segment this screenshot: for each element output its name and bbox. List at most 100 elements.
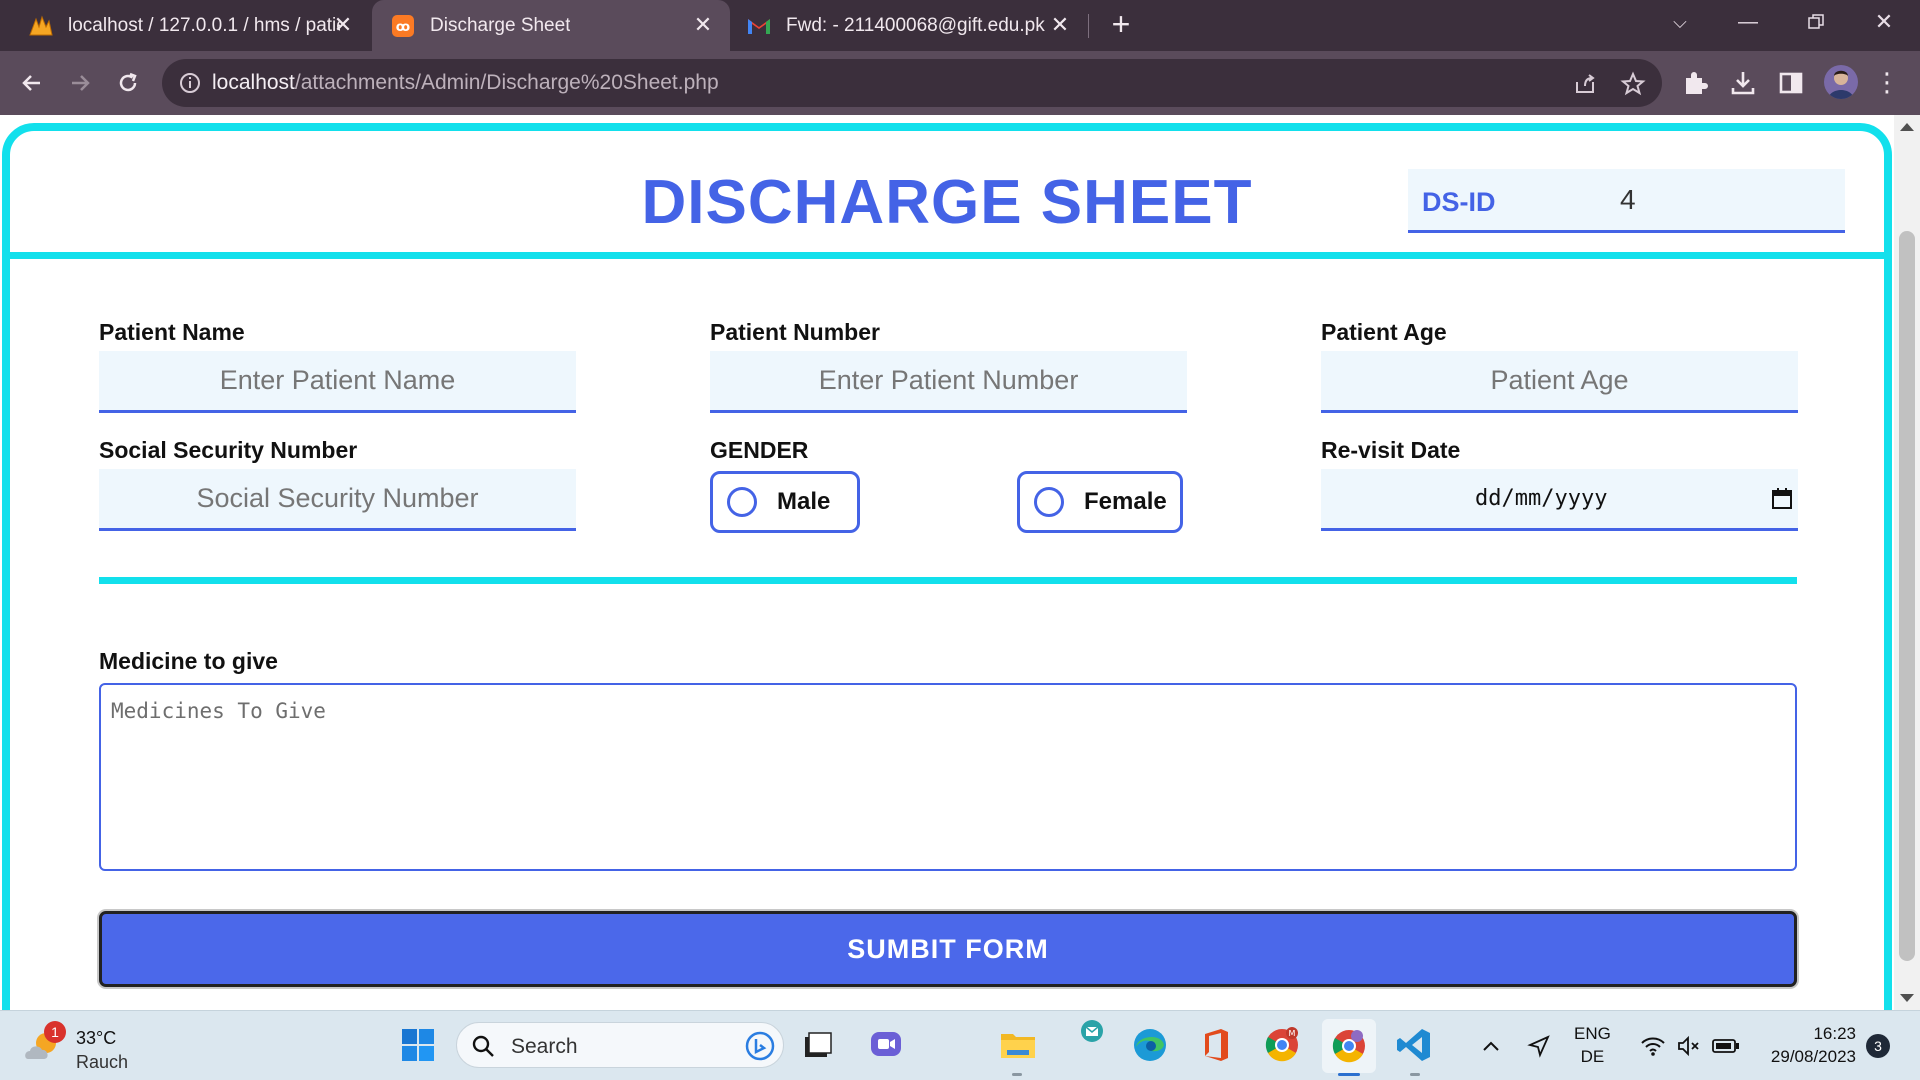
task-view-icon <box>805 1032 832 1057</box>
search-icon <box>472 1035 494 1057</box>
restore-icon <box>1808 14 1824 29</box>
gender-label: GENDER <box>710 437 809 463</box>
teams-chat-button[interactable] <box>864 1023 908 1067</box>
url-text: localhost/attachments/Admin/Discharge%20… <box>212 71 719 94</box>
profile-avatar[interactable] <box>1824 65 1858 99</box>
extensions-puzzle-icon[interactable] <box>1680 68 1710 98</box>
running-indicator <box>1012 1073 1022 1076</box>
ds-id-label: DS-ID <box>1422 187 1496 217</box>
weather-condition: Rauch <box>76 1052 129 1072</box>
download-icon[interactable] <box>1728 68 1758 98</box>
office-icon <box>1205 1029 1228 1061</box>
phpmyadmin-icon <box>28 13 54 39</box>
site-info-icon[interactable] <box>178 71 202 95</box>
tab-title: Fwd: - 211400068@gift.edu.pk - <box>786 14 1046 36</box>
submit-form-button[interactable]: SUMBIT FORM <box>99 911 1797 987</box>
svg-text:M: M <box>1289 1029 1296 1038</box>
share-icon[interactable] <box>1572 71 1598 97</box>
revisit-date-label: Re-visit Date <box>1321 437 1461 463</box>
tab-search-chevron-icon[interactable]: ⌵ <box>1652 0 1708 44</box>
browser-tab-strip: localhost / 127.0.0.1 / hms / patie ✕ ꝏ … <box>0 0 1920 51</box>
tab-phpmyadmin[interactable]: localhost / 127.0.0.1 / hms / patie ✕ <box>0 0 370 51</box>
patient-name-label: Patient Name <box>99 319 245 345</box>
restore-button[interactable] <box>1788 0 1844 44</box>
office-button[interactable] <box>1194 1023 1238 1067</box>
windows-taskbar: 1 33°C Rauch Search M ENG DE 16:23 29/08… <box>0 1010 1920 1080</box>
gmail-icon <box>746 13 772 39</box>
close-icon[interactable]: ✕ <box>690 12 716 38</box>
close-icon[interactable]: ✕ <box>1047 12 1073 38</box>
patient-number-label: Patient Number <box>710 319 880 345</box>
radio-circle-icon[interactable] <box>1034 487 1064 517</box>
calendar-icon[interactable] <box>1772 487 1792 509</box>
weather-alert-badge: 1 <box>44 1021 66 1043</box>
language-code: ENG <box>1574 1024 1611 1043</box>
edge-icon <box>1134 1029 1166 1061</box>
patient-number-input[interactable] <box>710 351 1187 413</box>
patient-name-input[interactable] <box>99 351 576 413</box>
file-explorer-button[interactable] <box>996 1023 1040 1067</box>
tab-title: Discharge Sheet <box>430 14 571 36</box>
page-scrollbar[interactable] <box>1894 115 1920 1010</box>
back-arrow-icon <box>22 75 40 91</box>
notification-badge[interactable]: 3 <box>1866 1034 1890 1058</box>
volume-muted-icon[interactable] <box>1672 1011 1706 1080</box>
input-language-indicator[interactable]: ENG DE <box>1574 1022 1611 1068</box>
tab-title: localhost / 127.0.0.1 / hms / patie <box>68 14 340 36</box>
minimize-button[interactable]: — <box>1720 0 1776 44</box>
form-header: DISCHARGE SHEET DS-ID 4 <box>10 131 1884 259</box>
section-divider <box>99 577 1797 584</box>
side-panel-icon[interactable] <box>1776 68 1806 98</box>
system-clock[interactable]: 16:23 29/08/2023 <box>1760 1022 1856 1068</box>
chrome-profile-button[interactable]: M <box>1260 1023 1304 1067</box>
tab-gmail[interactable]: Fwd: - 211400068@gift.edu.pk - ✕ <box>732 0 1087 51</box>
window-close-button[interactable]: ✕ <box>1856 0 1912 44</box>
ssn-input[interactable] <box>99 469 576 531</box>
edge-browser-button[interactable] <box>1128 1023 1172 1067</box>
taskbar-search[interactable]: Search <box>456 1022 784 1068</box>
vscode-icon <box>1397 1029 1430 1061</box>
revisit-date-input[interactable]: dd/mm/yyyy <box>1321 469 1798 531</box>
scroll-up-icon[interactable] <box>1900 123 1914 131</box>
forward-button[interactable] <box>62 65 98 101</box>
mail-button[interactable] <box>1076 1015 1108 1047</box>
ssn-label: Social Security Number <box>99 437 358 463</box>
browser-toolbar: localhost/attachments/Admin/Discharge%20… <box>0 51 1920 115</box>
show-hidden-icons-chevron-icon[interactable] <box>1476 1011 1506 1080</box>
tab-discharge-sheet[interactable]: ꝏ Discharge Sheet ✕ <box>372 0 730 51</box>
active-indicator <box>1338 1073 1360 1076</box>
patient-age-input[interactable] <box>1321 351 1798 413</box>
scroll-down-icon[interactable] <box>1900 994 1914 1002</box>
gender-female-label: Female <box>1084 488 1167 515</box>
medicine-label: Medicine to give <box>99 648 278 674</box>
avatar-icon <box>1828 70 1854 99</box>
bookmark-star-icon[interactable] <box>1620 71 1646 97</box>
kebab-menu-icon[interactable]: ⋮ <box>1872 67 1902 97</box>
radio-circle-icon[interactable] <box>727 487 757 517</box>
tab-separator <box>1088 14 1089 38</box>
reload-button[interactable] <box>110 65 146 101</box>
back-button[interactable] <box>14 65 50 101</box>
windows-start-button[interactable] <box>396 1023 440 1067</box>
gender-female-option[interactable]: Female <box>1017 471 1183 533</box>
scrollbar-thumb[interactable] <box>1899 231 1915 961</box>
location-arrow-icon[interactable] <box>1522 1011 1556 1080</box>
search-label: Search <box>511 1035 578 1058</box>
ds-id-field: DS-ID 4 <box>1408 169 1845 233</box>
medicine-textarea[interactable]: Medicines To Give <box>99 683 1797 871</box>
chrome-icon <box>1332 1030 1365 1063</box>
vscode-button[interactable] <box>1392 1023 1436 1067</box>
wifi-icon[interactable] <box>1636 1011 1670 1080</box>
weather-temperature: 33°C <box>76 1028 117 1048</box>
gender-male-option[interactable]: Male <box>710 471 860 533</box>
chrome-active-button[interactable] <box>1322 1019 1376 1073</box>
chrome-icon: M <box>1265 1027 1298 1062</box>
address-bar[interactable]: localhost/attachments/Admin/Discharge%20… <box>162 59 1662 107</box>
task-view-button[interactable] <box>796 1023 840 1067</box>
keyboard-layout: DE <box>1580 1047 1605 1066</box>
bing-icon[interactable] <box>745 1031 775 1061</box>
battery-icon[interactable] <box>1708 1011 1744 1080</box>
discharge-form-card: DISCHARGE SHEET DS-ID 4 Patient Name Pat… <box>2 123 1892 1010</box>
new-tab-button[interactable]: + <box>1104 8 1138 42</box>
close-icon[interactable]: ✕ <box>330 12 356 38</box>
